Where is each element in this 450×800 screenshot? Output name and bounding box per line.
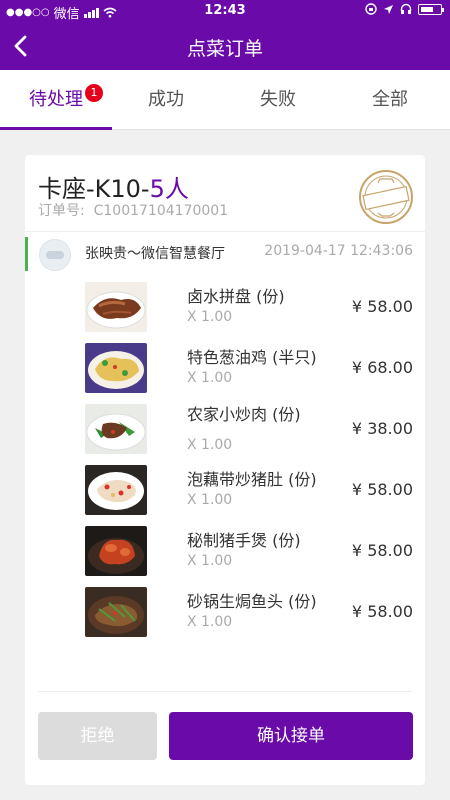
tab-pending[interactable]: 待处理 1 — [0, 70, 112, 130]
dish-name: 泡藕带炒猪肚 (份) — [187, 470, 317, 489]
dish-photo — [85, 343, 147, 393]
pending-stamp-icon — [359, 170, 413, 224]
order-item: 农家小炒肉 (份) X 1.00 ¥ 38.00 — [25, 399, 425, 460]
divider — [25, 231, 425, 232]
dish-name: 砂锅生焗鱼头 (份) — [187, 592, 317, 611]
dish-quantity: X 1.00 — [187, 492, 233, 508]
divider — [38, 691, 412, 692]
dish-quantity: X 1.00 — [187, 309, 233, 325]
dish-price: ¥ 58.00 — [351, 602, 413, 621]
tab-success-label: 成功 — [148, 89, 184, 110]
customer-avatar — [39, 239, 71, 271]
dish-quantity: X 1.00 — [187, 370, 233, 386]
headphones-icon — [400, 3, 412, 14]
dish-quantity: X 1.00 — [187, 614, 233, 630]
order-card: 卡座-K10-5人 订单号: C10017104170001 张映贵～微信智慧餐… — [25, 155, 425, 785]
tab-all-label: 全部 — [372, 89, 408, 110]
status-bar: ●●●○○ 微信 12:43 — [0, 0, 450, 22]
tab-failed-label: 失败 — [260, 89, 296, 110]
pending-count-badge: 1 — [85, 84, 103, 102]
order-number-label: 订单号: — [38, 203, 85, 219]
tab-pending-label: 待处理 — [29, 89, 83, 110]
reject-button[interactable]: 拒绝 — [38, 712, 157, 760]
nav-bar: 点菜订单 — [0, 22, 450, 70]
dish-name: 卤水拼盘 (份) — [187, 287, 285, 306]
dish-price: ¥ 58.00 — [351, 480, 413, 499]
order-table-title: 卡座-K10-5人 — [38, 169, 189, 204]
customer-name: 张映贵～微信智慧餐厅 — [85, 246, 225, 262]
dish-name: 秘制猪手煲 (份) — [187, 531, 301, 550]
rotation-lock-icon — [365, 3, 377, 15]
tab-bar: 待处理 1 成功 失败 全部 — [0, 70, 450, 130]
dish-quantity: X 1.00 — [187, 437, 233, 453]
dish-photo — [85, 465, 147, 515]
order-item: 砂锅生焗鱼头 (份) X 1.00 ¥ 58.00 — [25, 582, 425, 643]
tab-success[interactable]: 成功 — [110, 70, 222, 130]
status-right — [365, 3, 444, 15]
dish-name: 农家小炒肉 (份) — [187, 405, 301, 424]
dish-price: ¥ 38.00 — [351, 419, 413, 438]
order-item: 秘制猪手煲 (份) X 1.00 ¥ 58.00 — [25, 521, 425, 582]
dish-photo — [85, 526, 147, 576]
confirm-order-button[interactable]: 确认接单 — [169, 712, 413, 760]
table-label: 卡座-K10- — [38, 175, 150, 203]
battery-icon — [418, 3, 444, 15]
order-number: 订单号: C10017104170001 — [38, 200, 228, 220]
order-item-list: 卤水拼盘 (份) X 1.00 ¥ 58.00 特色葱油鸡 (半只) X 1.0… — [25, 277, 425, 643]
dish-photo — [85, 404, 147, 454]
location-icon — [384, 4, 393, 14]
active-tab-indicator — [0, 127, 112, 130]
order-item: 特色葱油鸡 (半只) X 1.00 ¥ 68.00 — [25, 338, 425, 399]
dish-photo — [85, 282, 147, 332]
order-time: 2019-04-17 12:43:06 — [264, 243, 413, 259]
dish-price: ¥ 68.00 — [351, 358, 413, 377]
order-number-value: C10017104170001 — [93, 203, 229, 219]
dish-name: 特色葱油鸡 (半只) — [187, 348, 317, 367]
customer-indicator — [25, 237, 28, 271]
order-item: 泡藕带炒猪肚 (份) X 1.00 ¥ 58.00 — [25, 460, 425, 521]
dish-price: ¥ 58.00 — [351, 541, 413, 560]
dish-quantity: X 1.00 — [187, 553, 233, 569]
page-title: 点菜订单 — [186, 38, 263, 60]
tab-failed[interactable]: 失败 — [222, 70, 334, 130]
people-count: 5人 — [149, 175, 189, 203]
dish-photo — [85, 587, 147, 637]
tab-all[interactable]: 全部 — [334, 70, 446, 130]
dish-price: ¥ 58.00 — [351, 297, 413, 316]
order-item: 卤水拼盘 (份) X 1.00 ¥ 58.00 — [25, 277, 425, 338]
